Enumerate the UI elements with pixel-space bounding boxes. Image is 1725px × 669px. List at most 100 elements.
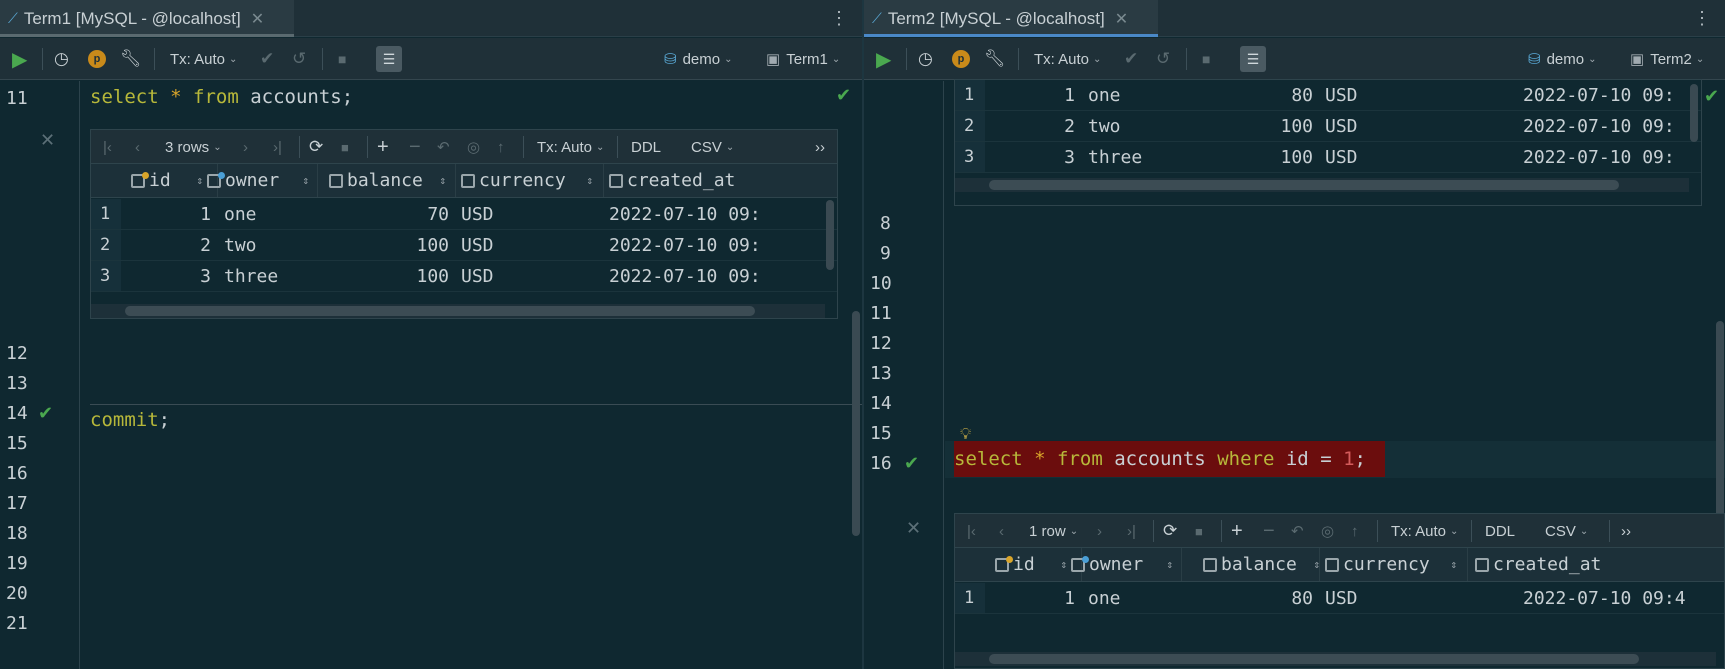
- commit-icon[interactable]: ✔: [260, 38, 274, 80]
- tab-term1[interactable]: ⟋ Term1 [MySQL - @localhost] ✕: [0, 0, 294, 37]
- output-console-icon[interactable]: ☰: [376, 38, 402, 80]
- close-icon[interactable]: ✕: [251, 9, 264, 29]
- settings-wrench-icon[interactable]: 🔧︎: [120, 38, 142, 80]
- cell-balance[interactable]: 70: [317, 199, 455, 229]
- submit-icon[interactable]: ↑: [497, 130, 505, 164]
- add-row-icon[interactable]: +: [377, 130, 389, 164]
- cell-currency[interactable]: USD: [461, 230, 601, 260]
- column-header-currency[interactable]: currency ⇕: [1325, 548, 1465, 581]
- rows-count-dropdown[interactable]: 3 rows ⌄: [165, 130, 222, 164]
- result-vertical-scrollbar[interactable]: [1690, 84, 1698, 142]
- revert-icon[interactable]: ↶: [437, 130, 450, 164]
- stop-icon[interactable]: ■: [338, 38, 346, 80]
- first-page-icon[interactable]: |‹: [103, 130, 112, 164]
- stop-icon[interactable]: ■: [341, 130, 349, 164]
- refresh-icon[interactable]: ⟳: [309, 130, 323, 164]
- tx-mode-dropdown[interactable]: Tx: Auto ⌄: [170, 38, 237, 80]
- rows-count-dropdown[interactable]: 1 row ⌄: [1029, 514, 1078, 548]
- explain-plan-icon[interactable]: p: [88, 38, 106, 80]
- revert-icon[interactable]: ↶: [1291, 514, 1304, 548]
- add-row-icon[interactable]: +: [1231, 514, 1243, 548]
- session-selector[interactable]: ▣ Term2 ⌄: [1630, 38, 1704, 80]
- explain-plan-icon[interactable]: p: [952, 38, 970, 80]
- first-page-icon[interactable]: |‹: [967, 514, 976, 548]
- cell-owner[interactable]: one: [224, 199, 316, 229]
- last-page-icon[interactable]: ›|: [1127, 514, 1136, 548]
- table-row[interactable]: 1 1 one 80 USD 2022-07-10 09:4: [955, 583, 1724, 614]
- cell-balance[interactable]: 100: [317, 261, 455, 291]
- table-row[interactable]: 1 1 one 80 USD 2022-07-10 09:: [955, 80, 1701, 111]
- table-row[interactable]: 3 3 three 100 USD 2022-07-10 09:: [955, 142, 1701, 173]
- column-header-created-at[interactable]: created_at: [1475, 548, 1655, 581]
- cell-balance[interactable]: 80: [1181, 80, 1319, 110]
- cell-created-at[interactable]: 2022-07-10 09:: [609, 230, 761, 260]
- cell-created-at[interactable]: 2022-07-10 09:: [609, 261, 761, 291]
- more-actions-button[interactable]: ››: [1621, 514, 1631, 548]
- close-result-icon[interactable]: ✕: [906, 518, 921, 539]
- next-page-icon[interactable]: ›: [243, 130, 248, 164]
- history-icon[interactable]: ◷: [54, 38, 69, 80]
- table-row[interactable]: 3 3 three 100 USD 2022-07-10 09:: [91, 261, 837, 292]
- code-editor[interactable]: 11 12 13 14 ✔ 15 16 17 18 19 20 21 ✕ sel…: [0, 81, 862, 669]
- cell-currency[interactable]: USD: [461, 199, 601, 229]
- more-options-icon[interactable]: ⋮: [830, 8, 848, 29]
- refresh-icon[interactable]: ⟳: [1163, 514, 1177, 548]
- table-row[interactable]: 2 2 two 100 USD 2022-07-10 09:: [955, 111, 1701, 142]
- submit-icon[interactable]: ↑: [1351, 514, 1359, 548]
- column-header-id[interactable]: id ⇕: [131, 164, 211, 197]
- cell-id[interactable]: 1: [985, 583, 1081, 613]
- result-tx-dropdown[interactable]: Tx: Auto ⌄: [1391, 514, 1458, 548]
- column-header-balance[interactable]: balance ⇕: [1203, 548, 1328, 581]
- result-tx-dropdown[interactable]: Tx: Auto ⌄: [537, 130, 604, 164]
- column-header-created-at[interactable]: created_at: [609, 164, 769, 197]
- cell-created-at[interactable]: 2022-07-10 09:4: [1523, 583, 1723, 613]
- commit-icon[interactable]: ✔: [1124, 38, 1138, 80]
- export-format-dropdown[interactable]: CSV ⌄: [1545, 514, 1588, 548]
- cell-id[interactable]: 2: [985, 111, 1081, 141]
- cell-owner[interactable]: two: [224, 230, 316, 260]
- stop-icon[interactable]: ■: [1195, 514, 1203, 548]
- cell-id[interactable]: 1: [121, 199, 217, 229]
- column-header-currency[interactable]: currency ⇕: [461, 164, 601, 197]
- table-row[interactable]: 1 1 one 70 USD 2022-07-10 09:: [91, 199, 837, 230]
- settings-wrench-icon[interactable]: 🔧︎: [984, 38, 1006, 80]
- close-icon[interactable]: ✕: [1115, 9, 1128, 29]
- cell-owner[interactable]: one: [1088, 583, 1180, 613]
- column-header-id[interactable]: id ⇕: [995, 548, 1075, 581]
- cell-currency[interactable]: USD: [1325, 583, 1465, 613]
- cell-currency[interactable]: USD: [1325, 111, 1465, 141]
- run-icon[interactable]: ▶: [876, 38, 891, 80]
- result-vertical-scrollbar[interactable]: [826, 200, 834, 270]
- tab-term2[interactable]: ⟋ Term2 [MySQL - @localhost] ✕: [864, 0, 1158, 37]
- table-row[interactable]: 2 2 two 100 USD 2022-07-10 09:: [91, 230, 837, 261]
- session-selector[interactable]: ▣ Term1 ⌄: [766, 38, 840, 80]
- cell-currency[interactable]: USD: [1325, 80, 1465, 110]
- preview-icon[interactable]: ◎: [1321, 514, 1334, 548]
- cell-created-at[interactable]: 2022-07-10 09:: [1523, 142, 1695, 172]
- cell-currency[interactable]: USD: [1325, 142, 1465, 172]
- ddl-button[interactable]: DDL: [1485, 514, 1515, 548]
- cell-owner[interactable]: two: [1088, 111, 1180, 141]
- column-header-owner[interactable]: owner ⇕: [1071, 548, 1181, 581]
- last-page-icon[interactable]: ›|: [273, 130, 282, 164]
- history-icon[interactable]: ◷: [918, 38, 933, 80]
- cell-owner[interactable]: one: [1088, 80, 1180, 110]
- editor-scrollbar[interactable]: [852, 311, 860, 536]
- result-horizontal-scrollbar[interactable]: [989, 654, 1639, 664]
- preview-icon[interactable]: ◎: [467, 130, 480, 164]
- column-header-balance[interactable]: balance ⇕: [329, 164, 454, 197]
- more-actions-button[interactable]: ››: [815, 130, 825, 164]
- prev-page-icon[interactable]: ‹: [135, 130, 140, 164]
- cell-id[interactable]: 3: [121, 261, 217, 291]
- cell-balance[interactable]: 80: [1181, 583, 1319, 613]
- prev-page-icon[interactable]: ‹: [999, 514, 1004, 548]
- cell-currency[interactable]: USD: [461, 261, 601, 291]
- rollback-icon[interactable]: ↺: [292, 38, 306, 80]
- result-horizontal-scrollbar[interactable]: [125, 306, 755, 316]
- stop-icon[interactable]: ■: [1202, 38, 1210, 80]
- close-result-icon[interactable]: ✕: [40, 130, 55, 151]
- cell-created-at[interactable]: 2022-07-10 09:: [609, 199, 761, 229]
- ddl-button[interactable]: DDL: [631, 130, 661, 164]
- rollback-icon[interactable]: ↺: [1156, 38, 1170, 80]
- schema-selector[interactable]: ⛁ demo ⌄: [664, 38, 733, 80]
